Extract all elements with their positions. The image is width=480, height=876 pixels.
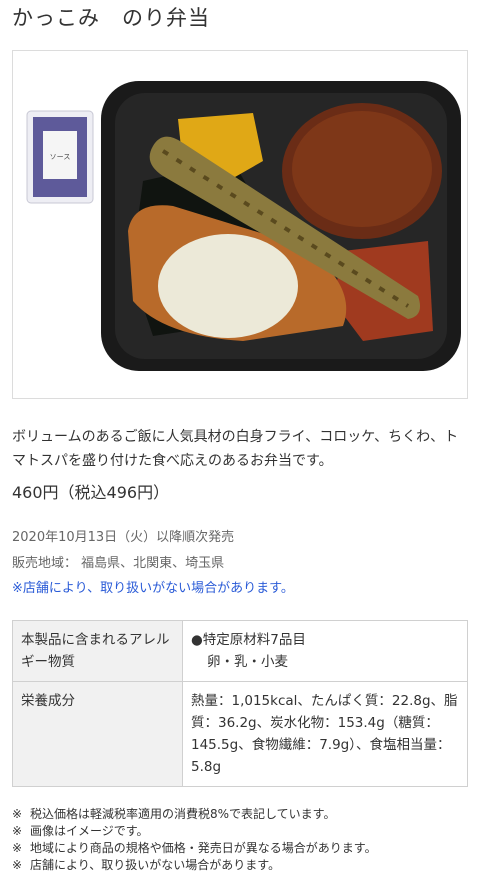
nutrition-row: 栄養成分 熱量：1,015kcal、たんぱく質：22.8g、脂質：36.2g、炭… [12,681,468,787]
allergy-line-2: 卵・乳・小麦 [207,654,288,670]
product-price: 460円（税込496円） [12,483,170,502]
packet-label: ソース [50,153,71,161]
nutrition-label: 栄養成分 [12,681,183,787]
footnotes: ※ 税込価格は軽減税率適用の消費税8%で表記しています。 ※ 画像はイメージです。 … [12,806,377,874]
allergy-value: ●特定原材料7品目 卵・乳・小麦 [182,620,468,682]
product-info-table: 本製品に含まれるアレルギー物質 ●特定原材料7品目 卵・乳・小麦 栄養成分 熱量… [12,620,468,787]
footnote-item: ※ 画像はイメージです。 [12,824,149,838]
store-notice: ※店舗により、取り扱いがない場合があります。 [12,581,294,596]
release-date: 2020年10月13日（火）以降順次発売 [12,530,235,545]
product-description: ボリュームのあるご飯に人気具材の白身フライ、コロッケ、ちくわ、トマトスパを盛り付… [12,429,459,469]
bento-box [101,81,461,371]
nutrition-value: 熱量：1,015kcal、たんぱく質：22.8g、脂質：36.2g、炭水化物：1… [182,681,468,787]
allergy-line-1: ●特定原材料7品目 [191,632,306,648]
allergy-row: 本製品に含まれるアレルギー物質 ●特定原材料7品目 卵・乳・小麦 [12,620,468,682]
sauce-packet: ソース [26,110,94,204]
product-title: かっこみ のり弁当 [12,6,210,30]
footnote-item: ※ 税込価格は軽減税率適用の消費税8%で表記しています。 [12,807,336,821]
bento-illustration: ソース [26,81,461,371]
product-image: ソース [12,50,468,399]
sales-area: 販売地域： 福島県、北関東、埼玉県 [12,556,225,571]
footnote-item: ※ 地域により商品の規格や価格・発売日が異なる場合があります。 [12,841,377,855]
allergy-label: 本製品に含まれるアレルギー物質 [12,620,183,682]
footnote-item: ※ 店舗により、取り扱いがない場合があります。 [12,858,281,872]
